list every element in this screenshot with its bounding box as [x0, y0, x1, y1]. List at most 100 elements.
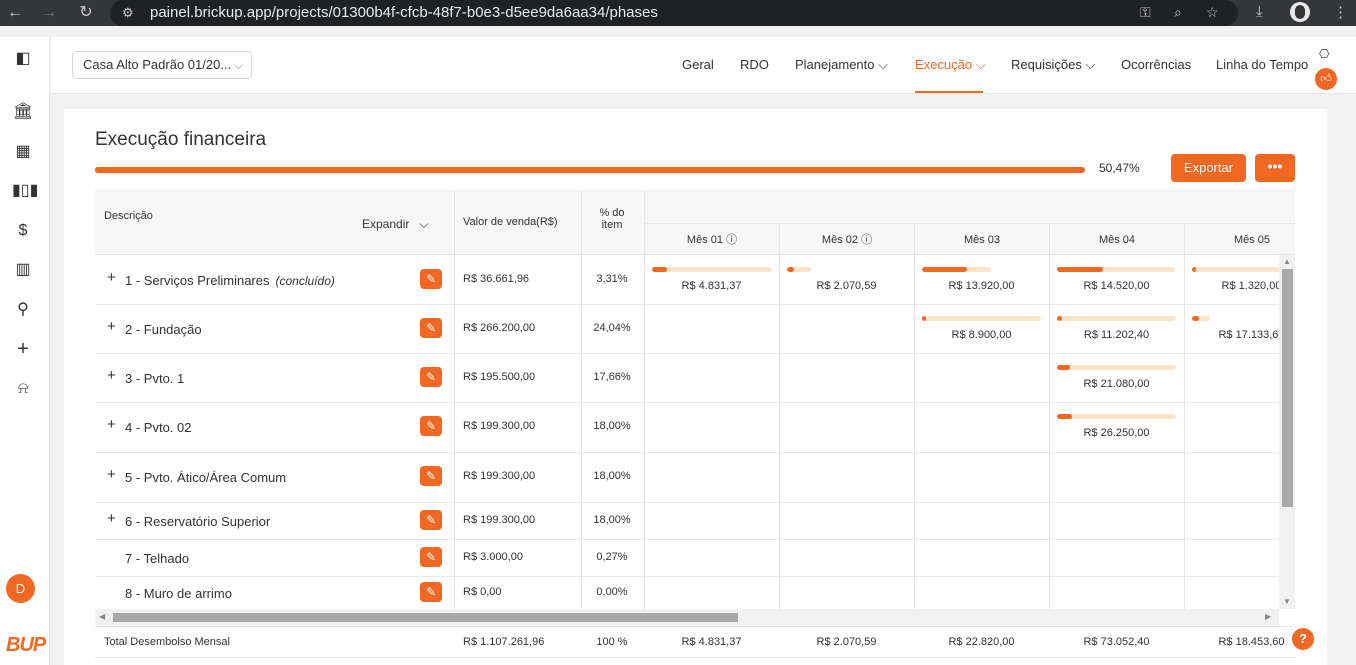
month-value: R$ 8.900,00	[951, 329, 1012, 341]
row-description: 5 - Pvto. Ático/Área Comum	[125, 470, 286, 485]
chevron-down-icon: ⌵	[878, 57, 888, 72]
nav-execucao[interactable]: Execução ⌵	[915, 57, 986, 73]
edit-icon[interactable]: ✎	[420, 367, 442, 387]
chevron-down-icon: ⌵	[233, 58, 243, 72]
chart-icon[interactable]: ▥	[12, 259, 34, 281]
sidebar-toggle-icon[interactable]: ◧	[12, 48, 34, 70]
address-bar[interactable]: ⚙ painel.brickup.app/projects/01300b4f-c…	[110, 0, 1238, 26]
table-row: +3 - Pvto. 1 ✎ R$ 195.500,00 17,66% R$ 21.08…	[95, 353, 1295, 402]
row-description-text: 7 - Telhado	[125, 551, 190, 566]
edit-icon[interactable]: ✎	[420, 466, 442, 486]
expand-row-icon[interactable]: +	[107, 367, 116, 384]
key-icon[interactable]: ⚿	[1140, 4, 1151, 21]
row-description: 7 - Telhado	[125, 551, 189, 566]
site-settings-icon[interactable]: ⚙	[122, 5, 134, 21]
browser-menu-icon[interactable]: ⋮	[1333, 3, 1348, 21]
total-row: Total Desembolso Mensal R$ 1.107.261,96 …	[95, 626, 1295, 658]
edit-icon[interactable]: ✎	[420, 416, 442, 436]
row-description: 1 - Serviços Preliminares (concluído)	[125, 273, 335, 288]
zoom-icon[interactable]: ⌕	[1174, 4, 1182, 21]
col-header-value: Valor de venda(R$)	[463, 216, 558, 228]
project-select-value: Casa Alto Padrão 01/20...	[83, 57, 232, 72]
chevron-down-icon: ⌵	[1085, 57, 1096, 72]
bank-icon[interactable]: 🏛︎	[12, 101, 34, 123]
edit-icon[interactable]: ✎	[420, 269, 442, 289]
thumbs-down-icon[interactable]: ⎔	[1319, 47, 1329, 61]
month-label: Mês 02	[821, 234, 858, 246]
row-pct: 18,00%	[593, 470, 631, 482]
expand-toggle[interactable]: Expandir ⌵	[362, 217, 429, 232]
active-tab-indicator	[915, 91, 983, 93]
overall-progress-label: 50,47%	[1099, 161, 1140, 175]
edit-icon[interactable]: ✎	[420, 582, 442, 602]
scroll-left-icon[interactable]: ◀	[99, 612, 105, 621]
col-header-description: Descrição	[104, 210, 153, 222]
info-icon[interactable]: ⓘ	[726, 234, 737, 246]
expand-row-icon[interactable]: +	[107, 510, 116, 527]
month-value: R$ 11.202,40	[1083, 329, 1150, 341]
expand-row-icon[interactable]: +	[107, 466, 116, 483]
month-progress-bar	[1192, 316, 1210, 321]
row-value: R$ 266.200,00	[463, 322, 536, 334]
user-icon[interactable]: ⚲	[12, 299, 34, 321]
total-pct: 100 %	[596, 636, 628, 648]
horizontal-scrollbar[interactable]: ◀ ▶	[95, 609, 1279, 625]
month-progress-fill	[1057, 365, 1070, 370]
edit-icon[interactable]: ✎	[420, 510, 442, 530]
export-button[interactable]: Exportar	[1171, 154, 1246, 182]
scroll-up-icon[interactable]: ▲	[1283, 257, 1291, 266]
row-description-text: 3 - Pvto. 1	[125, 371, 185, 386]
col-header-pct-line2: item	[601, 219, 623, 231]
dollar-icon[interactable]: $	[12, 220, 34, 242]
barcode-icon[interactable]: ▮▯▮	[12, 180, 38, 202]
row-description: 8 - Muro de arrimo	[125, 586, 232, 601]
bell-icon[interactable]: ⍾	[12, 378, 34, 400]
nav-ocorrencias[interactable]: Ocorrências	[1121, 57, 1191, 72]
month-label: Mês 04	[1098, 234, 1136, 246]
month-label: Mês 03	[963, 234, 1001, 246]
vertical-scrollbar[interactable]: ▲ ▼	[1279, 255, 1295, 609]
table-row: +6 - Reservatório Superior ✎ R$ 199.300,00…	[95, 502, 1295, 539]
row-description: 6 - Reservatório Superior	[125, 514, 270, 529]
edit-icon[interactable]: ✎	[420, 547, 442, 567]
scroll-right-icon[interactable]: ▶	[1265, 612, 1271, 621]
horizontal-scroll-thumb[interactable]	[113, 613, 738, 622]
col-header-pct-line1: % do	[599, 207, 625, 219]
chevron-down-icon: ⌵	[419, 217, 429, 231]
bookmark-star-icon[interactable]: ☆	[1206, 4, 1219, 21]
table-header: Descrição Expandir ⌵ Valor de venda(R$) …	[95, 191, 1295, 255]
expand-row-icon[interactable]: +	[107, 318, 116, 335]
plus-icon[interactable]: +	[12, 338, 34, 360]
row-value: R$ 195.500,00	[463, 371, 536, 383]
edit-icon[interactable]: ✎	[420, 318, 442, 338]
nav-rdo[interactable]: RDO	[740, 57, 769, 72]
month-progress-bar	[1057, 316, 1176, 321]
help-icon[interactable]: ?	[1292, 628, 1314, 650]
expand-row-icon[interactable]: +	[107, 416, 116, 433]
month-progress-fill	[787, 267, 794, 272]
grid-icon[interactable]: ▦	[12, 141, 34, 163]
more-options-button[interactable]: •••	[1255, 154, 1295, 182]
nav-execucao-label: Execução	[915, 57, 973, 72]
total-month-1: R$ 4.831,37	[681, 636, 742, 648]
month-progress-fill	[1057, 414, 1072, 419]
vertical-scroll-thumb[interactable]	[1282, 269, 1293, 507]
nav-geral[interactable]: Geral	[682, 57, 714, 72]
scroll-down-icon[interactable]: ▼	[1283, 597, 1291, 606]
expand-row-icon[interactable]: +	[107, 269, 116, 286]
nav-planejamento[interactable]: Planejamento ⌵	[795, 57, 888, 73]
forward-icon[interactable]: →	[39, 3, 59, 23]
row-pct: 0,27%	[596, 551, 628, 563]
user-avatar[interactable]: D	[6, 574, 35, 603]
project-select[interactable]: Casa Alto Padrão 01/20... ⌵	[72, 51, 252, 79]
browser-profile-avatar[interactable]	[1290, 2, 1310, 22]
back-icon[interactable]: ←	[5, 3, 25, 23]
thumbs-up-icon[interactable]: 👍︎	[1315, 68, 1337, 90]
month-progress-bar	[922, 316, 1041, 321]
info-icon[interactable]: ⓘ	[861, 234, 872, 246]
nav-requisicoes[interactable]: Requisições ⌵	[1011, 57, 1095, 73]
nav-linha-do-tempo[interactable]: Linha do Tempo	[1216, 57, 1308, 72]
download-icon[interactable]: ⤓	[1256, 3, 1263, 20]
col-header-month-4: Mês 04	[1049, 223, 1184, 255]
reload-icon[interactable]: ↻	[76, 3, 96, 23]
